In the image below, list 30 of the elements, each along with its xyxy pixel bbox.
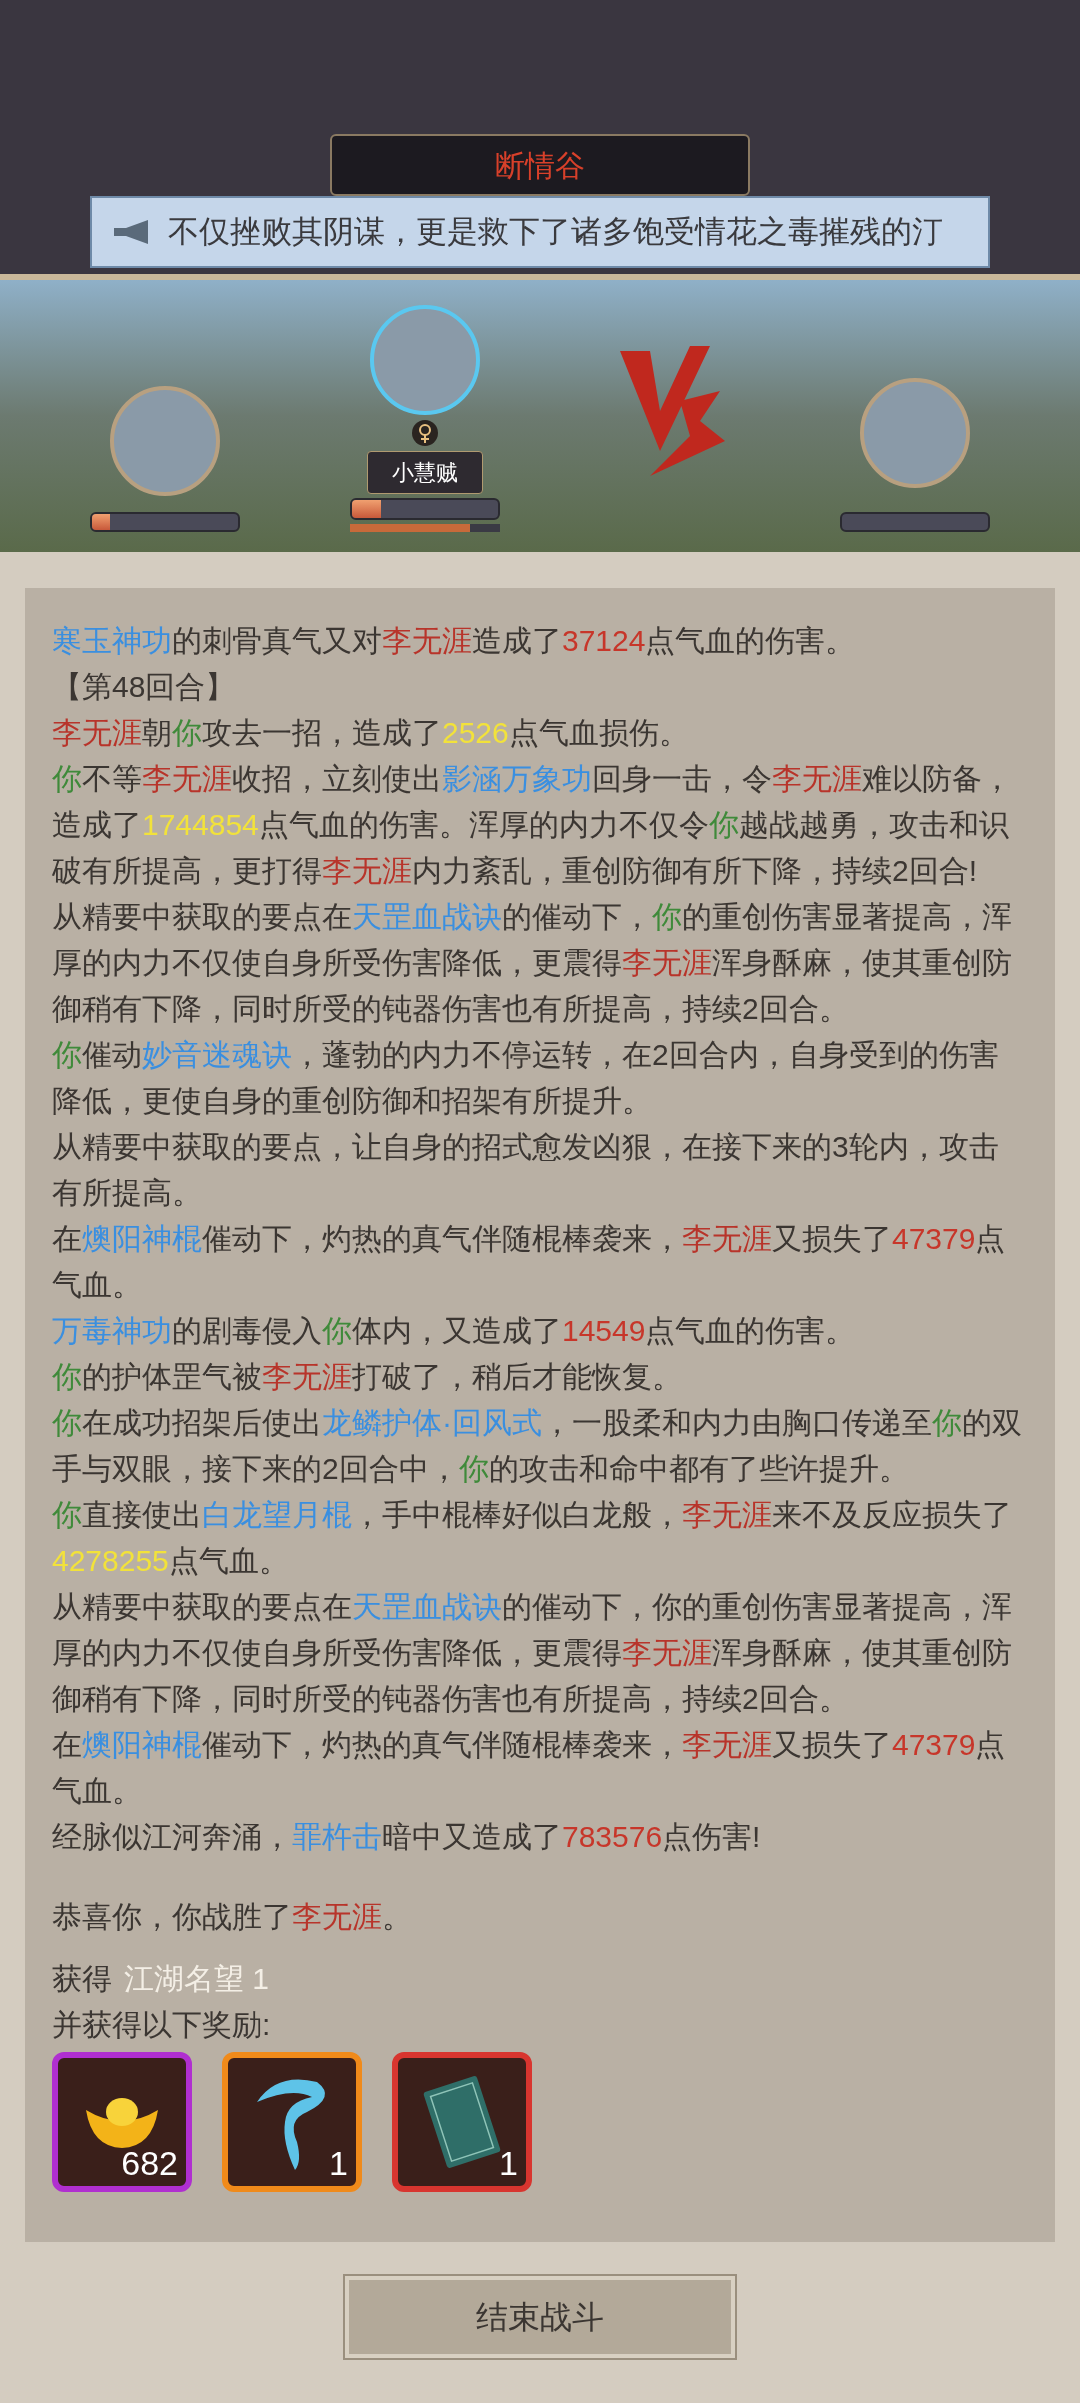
- battle-log-line: 万毒神功的剧毒侵入你体内，又造成了14549点气血的伤害。: [52, 1313, 857, 1349]
- location-title: 断情谷: [330, 134, 750, 196]
- reward-item[interactable]: 1: [392, 2052, 532, 2192]
- battle-log-line: 李无涯朝你攻去一招，造成了2526点气血损伤。: [52, 715, 690, 751]
- reward-count: 1: [499, 2143, 518, 2184]
- battle-log-line: 你催动妙音迷魂诀，蓬勃的内力不停运转，在2回合内，自身受到的伤害降低，更使自身的重创防御和招架有所提升。: [52, 1037, 1000, 1119]
- reward-count: 682: [121, 2143, 178, 2184]
- announcement-text: 不仅挫败其阴谋，更是救下了诸多饱受情花之毒摧残的汀: [168, 212, 943, 251]
- battle-log-line: 你直接使出白龙望月棍，手中棍棒好似白龙般，李无涯来不及反应损失了 4278255点气血。: [52, 1497, 1013, 1579]
- battle-log-line: 你不等李无涯收招，立刻使出影涵万象功回身一击，令李无涯难以防备，造成了1744854点气血的伤害。浑厚的内力不仅令你越战越勇，攻击和识破有所提高，更打得李无涯内力紊乱，重创防御有所下降，持续2回合!: [52, 761, 1013, 889]
- battle-log-line: 从精要中获取的要点在天罡血战诀的催动下，你的重创伤害显著提高，浑厚的内力不仅使自身所受伤害降低，更震得李无涯浑身酥麻，使其重创防御稍有下降，同时所受的钝器伤害也有所提高，持续2回合。: [52, 899, 1013, 1027]
- gain-label: 获得: [52, 1961, 112, 1997]
- reward-count: 1: [329, 2143, 348, 2184]
- battle-log-line: 在燠阳神棍催动下，灼热的真气伴随棍棒袭来，李无涯又损失了47379点气血。: [52, 1221, 1007, 1303]
- battle-log-line: 经脉似江河奔涌，罪杵击暗中又造成了783576点伤害!: [52, 1819, 762, 1855]
- battle-log-line: 寒玉神功的刺骨真气又对李无涯造成了37124点气血的伤害。: [52, 623, 857, 659]
- reward-item[interactable]: 1: [222, 2052, 362, 2192]
- battle-log-line: 从精要中获取的要点在天罡血战诀的催动下，你的重创伤害显著提高，浑厚的内力不仅使自身所受伤害降低，更震得李无涯浑身酥麻，使其重创防御稍有下降，同时所受的钝器伤害也有所提高，持续2回合。: [52, 1589, 1013, 1717]
- round-heading: 【第48回合】: [52, 669, 237, 705]
- companion-name-tag: 小慧贼: [367, 451, 483, 494]
- gain-value: 江湖名望 1: [124, 1961, 270, 1997]
- female-symbol-icon: [411, 419, 439, 447]
- end-battle-button[interactable]: 结束战斗: [345, 2276, 735, 2358]
- rewards-label: 并获得以下奖励:: [52, 2007, 272, 2043]
- battle-log-line: 你在成功招架后使出龙鳞护体·回风式，一股柔和内力由胸口传递至你的双手与双眼，接下来的2回合中，你的攻击和命中都有了些许提升。: [52, 1405, 1023, 1487]
- victory-message: 恭喜你，你战胜了李无涯。: [52, 1899, 413, 1935]
- reward-item[interactable]: 682: [52, 2052, 192, 2192]
- battle-log-line: 从精要中获取的要点，让自身的招式愈发凶狠，在接下来的3轮内，攻击有所提高。: [52, 1129, 1000, 1211]
- battle-log-line: 在燠阳神棍催动下，灼热的真气伴随棍棒袭来，李无涯又损失了47379点气血。: [52, 1727, 1007, 1809]
- battle-log-line: 你的护体罡气被李无涯打破了，稍后才能恢复。: [52, 1359, 683, 1395]
